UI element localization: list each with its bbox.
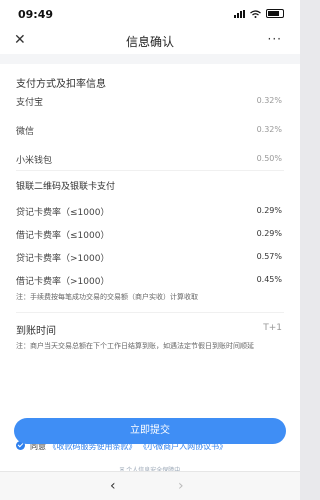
settlement-note: 注：商户当天交易总额在下个工作日结算到账，如遇法定节假日到账时间顺延 — [16, 342, 254, 350]
unionpay-rate-value: 0.45% — [256, 275, 282, 284]
divider — [16, 312, 284, 313]
settlement-value: T+1 — [263, 323, 282, 333]
unionpay-rate-value: 0.29% — [256, 229, 282, 238]
payment-method-rate: 0.32% — [256, 125, 282, 134]
more-options-icon[interactable]: ··· — [268, 32, 282, 46]
status-bar: 09:49 — [0, 0, 300, 26]
bottom-toolbar: ‹ › — [0, 471, 300, 500]
unionpay-rate-value: 0.29% — [256, 206, 282, 215]
unionpay-rate-value: 0.57% — [256, 252, 282, 261]
payment-method-rate: 0.50% — [256, 154, 282, 163]
status-time: 09:49 — [18, 8, 54, 21]
settlement-title: 到账时间 — [16, 326, 56, 337]
divider — [16, 170, 284, 171]
section-gap — [0, 54, 300, 64]
page-title: 信息确认 — [125, 35, 174, 49]
payment-method-label: 小米钱包 — [16, 156, 53, 166]
payment-method-label: 支付宝 — [16, 98, 44, 108]
unionpay-rate-label: 贷记卡费率（>1000） — [16, 254, 110, 264]
wifi-icon — [250, 9, 261, 18]
payment-method-label: 微信 — [16, 127, 35, 137]
unionpay-rate-label: 贷记卡费率（≤1000） — [16, 208, 110, 218]
payment-section-title: 支付方式及扣率信息 — [16, 79, 106, 90]
back-arrow-icon[interactable]: ‹ — [110, 478, 116, 494]
unionpay-section-title: 银联二维码及银联卡支付 — [16, 182, 116, 192]
signal-icon — [234, 9, 245, 18]
phone-screen: 09:49 ✕ 信息确认 ··· 支付方式及扣率信息 支付宝 0.32% 微信 … — [0, 0, 300, 500]
forward-arrow-icon[interactable]: › — [178, 478, 184, 494]
fee-note: 注：手续费按每笔成功交易的交易额（商户实收）计算收取 — [16, 293, 198, 301]
payment-method-rate: 0.32% — [256, 96, 282, 105]
battery-icon — [266, 9, 284, 18]
unionpay-rate-label: 借记卡费率（≤1000） — [16, 231, 110, 241]
status-icons — [234, 9, 284, 18]
submit-button[interactable]: 立即提交 — [14, 418, 286, 444]
unionpay-rate-label: 借记卡费率（>1000） — [16, 277, 110, 287]
navbar: ✕ 信息确认 ··· — [0, 26, 300, 54]
